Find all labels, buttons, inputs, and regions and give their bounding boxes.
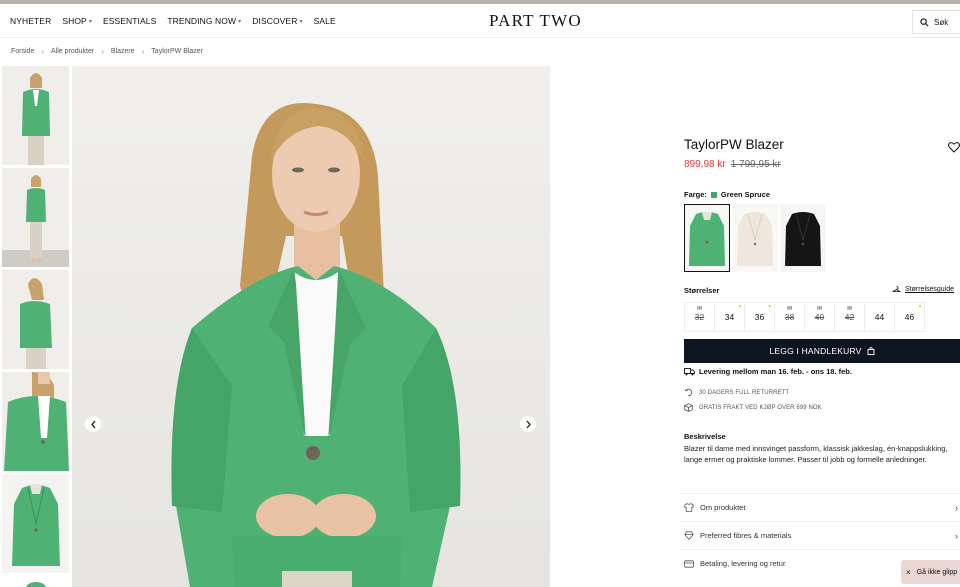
color-option-black[interactable] bbox=[780, 204, 826, 272]
sizes-label: Størrelser bbox=[684, 286, 720, 295]
shopping-bag-icon bbox=[867, 347, 874, 355]
add-to-cart-button[interactable]: LEGG I HANDLEKURV bbox=[684, 339, 960, 363]
price-block: 899,98 kr 1 799,95 kr bbox=[684, 159, 781, 170]
thumbnail-2[interactable] bbox=[2, 168, 69, 267]
chevron-right-icon: › bbox=[101, 47, 104, 56]
color-label: Farge: bbox=[684, 190, 707, 199]
thumbnail-1[interactable] bbox=[2, 66, 69, 165]
thumbnail-5[interactable] bbox=[2, 474, 69, 573]
truck-icon bbox=[684, 367, 695, 375]
wishlist-button[interactable] bbox=[948, 140, 960, 158]
shirt-icon bbox=[684, 503, 694, 512]
perk-returns: 30 DAGERS FULL RETURRETT bbox=[684, 388, 789, 397]
chevron-down-icon: ▾ bbox=[238, 18, 242, 25]
search-label: Søk bbox=[934, 17, 949, 27]
low-stock-dot bbox=[739, 305, 741, 307]
size-guide-link[interactable]: Størrelsesguide bbox=[892, 286, 954, 293]
main-nav: NYHETER SHOP ▾ ESSENTIALS TRENDING NOW ▾ D… bbox=[10, 4, 336, 38]
size-option-42[interactable]: ✉ 42 bbox=[834, 302, 865, 332]
thumbnail-4[interactable] bbox=[2, 372, 69, 471]
accordion-label: Betaling, levering og retur bbox=[700, 559, 786, 568]
size-option-36[interactable]: 36 bbox=[744, 302, 775, 332]
current-price: 899,98 kr bbox=[684, 159, 726, 170]
description-text: Blazer til dame med innsvinget passform,… bbox=[684, 444, 948, 464]
size-option-32[interactable]: ✉ 32 bbox=[684, 302, 715, 332]
color-options bbox=[684, 204, 826, 272]
promo-popup-text: Gå ikke glipp bbox=[916, 568, 958, 576]
chevron-right-icon bbox=[526, 420, 531, 428]
image-prev-button[interactable] bbox=[85, 416, 101, 432]
description-title: Beskrivelse bbox=[684, 432, 726, 441]
main-product-image[interactable] bbox=[72, 66, 550, 587]
size-option-34[interactable]: 34 bbox=[714, 302, 745, 332]
chevron-right-icon: › bbox=[955, 530, 958, 541]
perk-shipping: GRATIS FRAKT VED KJØP OVER 699 NOK bbox=[684, 403, 822, 412]
accordion-about-product[interactable]: Om produktet › bbox=[680, 493, 960, 521]
search-icon bbox=[920, 17, 929, 26]
diamond-leaf-icon bbox=[684, 531, 694, 540]
mail-icon: ✉ bbox=[787, 306, 793, 312]
nav-item-sale[interactable]: SALE bbox=[314, 16, 336, 26]
size-options: ✉ 32 34 36 ✉ 38 ✉ 40 ✉ 42 44 46 bbox=[684, 302, 925, 332]
box-icon bbox=[684, 403, 693, 412]
size-option-46[interactable]: 46 bbox=[894, 302, 925, 332]
site-logo[interactable]: PART TWO bbox=[489, 11, 582, 31]
breadcrumb-current: TaylorPW Blazer bbox=[151, 48, 204, 55]
delivery-estimate: Levering mellom man 16. feb. - ons 18. f… bbox=[684, 367, 852, 376]
search-button[interactable]: Søk bbox=[912, 10, 960, 34]
nav-item-discover[interactable]: DISCOVER ▾ bbox=[252, 16, 302, 26]
return-arrow-icon bbox=[684, 388, 693, 397]
size-guide-label: Størrelsesguide bbox=[905, 286, 955, 293]
breadcrumb-link-blazers[interactable]: Blazere bbox=[111, 48, 135, 55]
accordion-preferred-fibres[interactable]: Preferred fibres & materials › bbox=[680, 521, 960, 549]
delivery-text: Levering mellom man 16. feb. - ons 18. f… bbox=[699, 367, 852, 376]
close-icon[interactable]: × bbox=[906, 568, 911, 577]
chevron-left-icon bbox=[90, 420, 95, 428]
size-option-40[interactable]: ✉ 40 bbox=[804, 302, 835, 332]
hanger-icon bbox=[892, 286, 901, 292]
nav-item-trending-now[interactable]: TRENDING NOW ▾ bbox=[167, 16, 241, 26]
breadcrumb-link-all-products[interactable]: Alle produkter bbox=[51, 48, 94, 55]
mail-icon: ✉ bbox=[697, 306, 703, 312]
chevron-right-icon: › bbox=[41, 47, 45, 56]
accordion-label: Om produktet bbox=[700, 503, 746, 512]
chevron-down-icon: ▾ bbox=[88, 18, 92, 25]
size-option-38[interactable]: ✉ 38 bbox=[774, 302, 805, 332]
image-next-button[interactable] bbox=[520, 416, 536, 432]
size-option-44[interactable]: 44 bbox=[864, 302, 895, 332]
site-header: NYHETER SHOP ▾ ESSENTIALS TRENDING NOW ▾ D… bbox=[0, 4, 960, 38]
nav-item-nyheter[interactable]: NYHETER bbox=[10, 16, 51, 26]
breadcrumb-link-home[interactable]: Forside bbox=[11, 48, 34, 55]
color-option-cream[interactable] bbox=[732, 204, 778, 272]
mail-icon: ✉ bbox=[817, 306, 823, 312]
accordion-label: Preferred fibres & materials bbox=[700, 531, 792, 540]
low-stock-dot bbox=[919, 305, 921, 307]
product-title: TaylorPW Blazer bbox=[684, 137, 784, 152]
breadcrumb: Forside › Alle produkter › Blazere › Tay… bbox=[11, 47, 203, 56]
card-icon bbox=[684, 559, 694, 568]
mail-icon: ✉ bbox=[847, 306, 853, 312]
heart-icon bbox=[948, 142, 960, 153]
thumbnail-6[interactable] bbox=[2, 576, 69, 587]
color-label-row: Farge: Green Spruce bbox=[684, 190, 770, 199]
chevron-right-icon: › bbox=[141, 47, 145, 56]
low-stock-dot bbox=[769, 305, 771, 307]
chevron-down-icon: ▾ bbox=[299, 18, 303, 25]
original-price: 1 799,95 kr bbox=[730, 159, 781, 170]
color-name: Green Spruce bbox=[720, 190, 771, 199]
add-to-cart-label: LEGG I HANDLEKURV bbox=[769, 346, 862, 356]
thumbnail-3[interactable] bbox=[2, 270, 69, 369]
perk-returns-text: 30 DAGERS FULL RETURRETT bbox=[699, 389, 790, 396]
chevron-right-icon: › bbox=[955, 502, 958, 513]
thumbnail-gallery bbox=[2, 66, 70, 587]
color-option-green[interactable] bbox=[684, 204, 730, 272]
promo-popup-tab[interactable]: × Gå ikke glipp bbox=[901, 560, 960, 584]
nav-item-essentials[interactable]: ESSENTIALS bbox=[103, 16, 156, 26]
color-swatch-dot bbox=[710, 191, 717, 198]
perk-shipping-text: GRATIS FRAKT VED KJØP OVER 699 NOK bbox=[699, 404, 822, 411]
nav-item-shop[interactable]: SHOP ▾ bbox=[62, 16, 92, 26]
